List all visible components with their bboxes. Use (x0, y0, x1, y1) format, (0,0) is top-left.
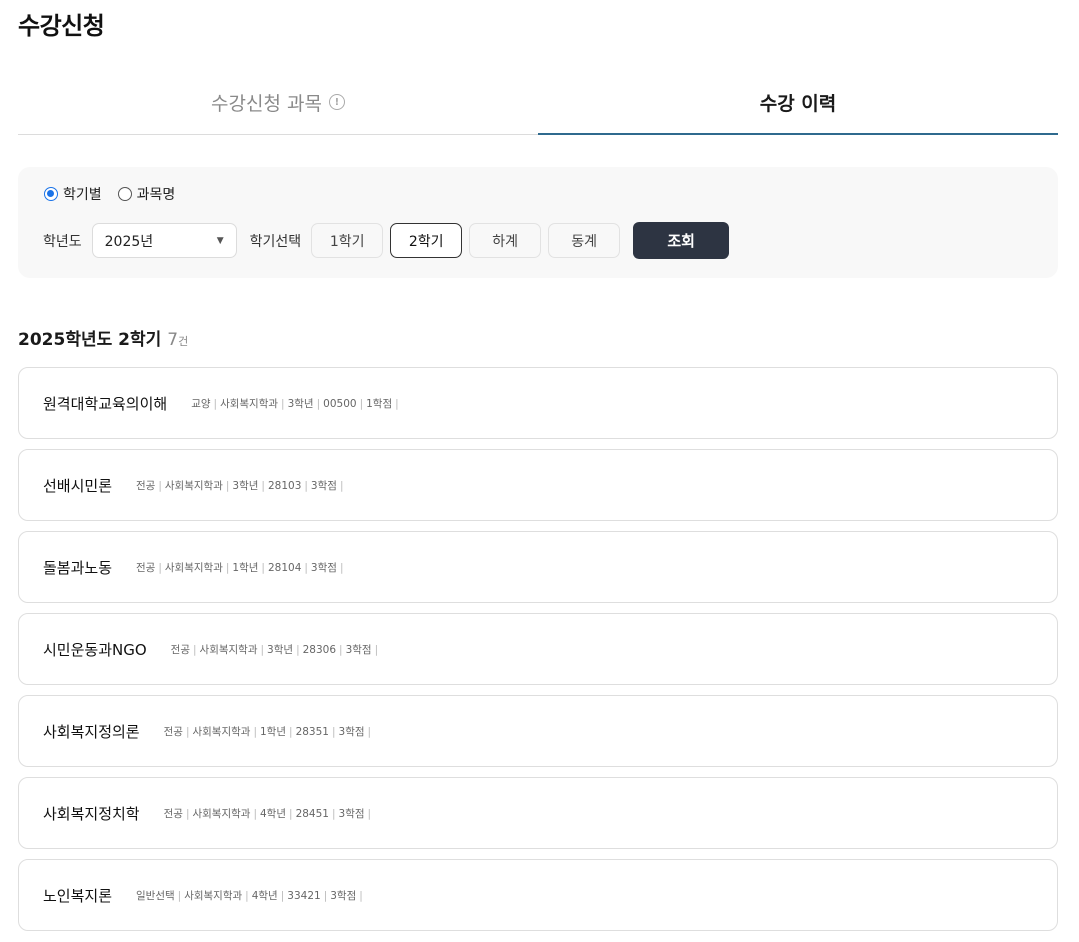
course-name: 원격대학교육의이해 (43, 394, 168, 413)
course-credit: 3학점 (310, 561, 337, 574)
page-title: 수강신청 (18, 12, 105, 40)
course-name: 사회복지정치학 (43, 804, 140, 823)
year-select-value: 2025년 (104, 233, 154, 250)
course-meta: 전공 | 사회복지학과 | 4학년 | 28451 | 3학점 | (163, 807, 372, 820)
course-code: 00500 (323, 397, 357, 410)
course-dept: 사회복지학과 (164, 479, 223, 492)
radio-by-semester[interactable]: 학기별 (44, 184, 102, 204)
course-dept: 사회복지학과 (192, 807, 251, 820)
course-name: 사회복지정의론 (43, 722, 140, 741)
course-type: 전공 (136, 561, 156, 574)
year-select[interactable]: 2025년 ▼ (91, 223, 237, 258)
radio-label: 과목명 (136, 187, 176, 203)
course-meta: 일반선택 | 사회복지학과 | 4학년 | 33421 | 3학점 | (136, 889, 363, 902)
course-credit: 1학점 (366, 397, 393, 410)
semester-button-1[interactable]: 1학기 (311, 223, 384, 258)
course-grade: 4학년 (260, 807, 287, 820)
course-grade: 3학년 (232, 479, 259, 492)
course-meta: 교양 | 사회복지학과 | 3학년 | 00500 | 1학점 | (191, 397, 399, 410)
semester-button-2[interactable]: 2학기 (390, 223, 463, 258)
course-type: 전공 (170, 643, 190, 656)
course-card[interactable]: 노인복지론 일반선택 | 사회복지학과 | 4학년 | 33421 | 3학점 | (18, 859, 1058, 931)
course-meta: 전공 | 사회복지학과 | 1학년 | 28351 | 3학점 | (163, 725, 372, 738)
tab-label: 수강신청 과목 (211, 92, 322, 115)
search-mode-radio-group: 학기별 과목명 (44, 184, 175, 204)
tab-course-history[interactable]: 수강 이력 (538, 70, 1058, 135)
course-list: 원격대학교육의이해 교양 | 사회복지학과 | 3학년 | 00500 | 1학점 | 선배시민론… (18, 367, 1058, 941)
course-code: 33421 (287, 889, 321, 902)
filter-panel: 학기별 과목명 학년도 2025년 ▼ 학기선택 1학기 2학기 하계 동계 조… (18, 167, 1058, 278)
course-type: 교양 (191, 397, 211, 410)
info-icon[interactable]: ! (328, 94, 345, 110)
course-card[interactable]: 선배시민론 전공 | 사회복지학과 | 3학년 | 28103 | 3학점 | (18, 449, 1058, 521)
course-meta: 전공 | 사회복지학과 | 3학년 | 28306 | 3학점 | (170, 643, 379, 656)
course-dept: 사회복지학과 (220, 397, 279, 410)
course-type: 일반선택 (136, 889, 175, 902)
course-name: 선배시민론 (43, 476, 113, 495)
results-header: 2025학년도 2학기 7건 (18, 325, 188, 350)
radio-label: 학기별 (63, 187, 102, 203)
course-meta: 전공 | 사회복지학과 | 1학년 | 28104 | 3학점 | (136, 561, 344, 574)
course-code: 28306 (302, 643, 337, 656)
results-count-unit: 건 (178, 335, 189, 348)
year-label: 학년도 (43, 233, 82, 250)
course-dept: 사회복지학과 (199, 643, 258, 656)
course-grade: 3학년 (267, 643, 294, 656)
course-grade: 1학년 (260, 725, 287, 738)
results-count: 7 (167, 330, 179, 350)
tab-bar: 수강신청 과목 ! 수강 이력 (18, 70, 1058, 135)
course-grade: 4학년 (251, 889, 278, 902)
course-card[interactable]: 사회복지정치학 전공 | 사회복지학과 | 4학년 | 28451 | 3학점 | (18, 777, 1058, 849)
course-credit: 3학점 (310, 479, 337, 492)
course-dept: 사회복지학과 (164, 561, 223, 574)
filter-controls: 학년도 2025년 ▼ 학기선택 1학기 2학기 하계 동계 조회 (43, 222, 730, 259)
course-type: 전공 (136, 479, 156, 492)
semester-label: 학기선택 (249, 233, 302, 250)
course-card[interactable]: 사회복지정의론 전공 | 사회복지학과 | 1학년 | 28351 | 3학점 | (18, 695, 1058, 767)
course-code: 28451 (295, 807, 329, 820)
search-button[interactable]: 조회 (633, 222, 730, 259)
course-credit: 3학점 (330, 889, 357, 902)
tab-course-registration[interactable]: 수강신청 과목 ! (18, 70, 538, 134)
course-card[interactable]: 원격대학교육의이해 교양 | 사회복지학과 | 3학년 | 00500 | 1학점 | (18, 367, 1058, 439)
course-name: 시민운동과NGO (43, 640, 147, 659)
course-dept: 사회복지학과 (192, 725, 251, 738)
course-card[interactable]: 시민운동과NGO 전공 | 사회복지학과 | 3학년 | 28306 | 3학점 | (18, 613, 1058, 685)
course-code: 28104 (267, 561, 302, 574)
course-type: 전공 (163, 725, 183, 738)
course-grade: 3학년 (287, 397, 314, 410)
semester-button-winter[interactable]: 동계 (548, 223, 621, 258)
course-type: 전공 (163, 807, 183, 820)
course-code: 28351 (295, 725, 329, 738)
course-credit: 3학점 (338, 725, 365, 738)
course-card[interactable]: 돌봄과노동 전공 | 사회복지학과 | 1학년 | 28104 | 3학점 | (18, 531, 1058, 603)
course-name: 노인복지론 (43, 886, 113, 905)
course-name: 돌봄과노동 (43, 558, 113, 577)
course-grade: 1학년 (232, 561, 259, 574)
radio-unchecked-icon[interactable] (117, 187, 132, 201)
course-dept: 사회복지학과 (184, 889, 243, 902)
caret-down-icon: ▼ (216, 235, 224, 246)
course-meta: 전공 | 사회복지학과 | 3학년 | 28103 | 3학점 | (136, 479, 344, 492)
course-credit: 3학점 (345, 643, 372, 656)
course-credit: 3학점 (338, 807, 365, 820)
radio-by-course-name[interactable]: 과목명 (117, 184, 176, 204)
tab-label: 수강 이력 (759, 92, 837, 115)
results-title: 2025학년도 2학기 (18, 330, 162, 350)
radio-checked-icon[interactable] (44, 187, 58, 201)
course-code: 28103 (267, 479, 302, 492)
semester-button-summer[interactable]: 하계 (469, 223, 542, 258)
